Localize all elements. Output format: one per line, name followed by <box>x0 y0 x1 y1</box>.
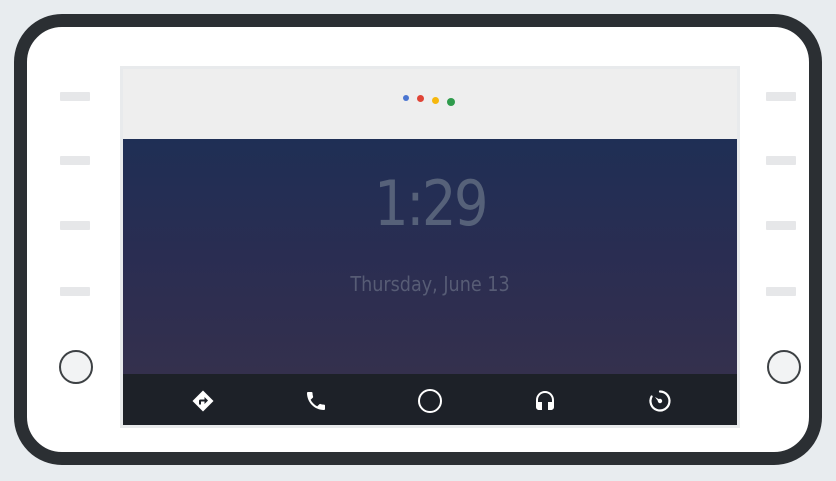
assistant-dot-red <box>417 95 424 102</box>
hardware-button-right-2[interactable] <box>766 156 796 165</box>
hardware-button-left-3[interactable] <box>60 221 90 230</box>
hardware-knob-right[interactable] <box>767 350 801 384</box>
assistant-dot-yellow <box>432 97 439 104</box>
bottom-nav-bar <box>123 374 737 425</box>
hardware-button-right-3[interactable] <box>766 221 796 230</box>
clock-time: 1:29 <box>374 167 489 240</box>
nav-overview-button[interactable] <box>640 374 680 425</box>
google-assistant-dots-icon[interactable] <box>398 91 468 111</box>
hardware-button-left-2[interactable] <box>60 156 90 165</box>
overview-icon <box>649 390 671 412</box>
home-icon <box>418 389 442 413</box>
headphones-icon <box>536 391 554 410</box>
clock-date: Thursday, June 13 <box>350 272 510 296</box>
hardware-button-left-4[interactable] <box>60 287 90 296</box>
hardware-button-left-1[interactable] <box>60 92 90 101</box>
hardware-button-right-1[interactable] <box>766 92 796 101</box>
hardware-button-right-4[interactable] <box>766 287 796 296</box>
home-screen: 1:29 Thursday, June 13 <box>123 139 737 374</box>
assistant-dot-green <box>447 98 455 106</box>
phone-icon <box>307 392 325 410</box>
assistant-dot-blue <box>403 95 409 101</box>
assistant-bar[interactable] <box>123 69 737 139</box>
nav-media-button[interactable] <box>525 374 565 425</box>
nav-home-button[interactable] <box>410 374 450 425</box>
nav-phone-button[interactable] <box>296 374 336 425</box>
navigation-icon <box>192 390 214 412</box>
hardware-knob-left[interactable] <box>59 350 93 384</box>
nav-navigation-button[interactable] <box>183 374 223 425</box>
android-auto-screen: 1:29 Thursday, June 13 <box>120 66 740 428</box>
